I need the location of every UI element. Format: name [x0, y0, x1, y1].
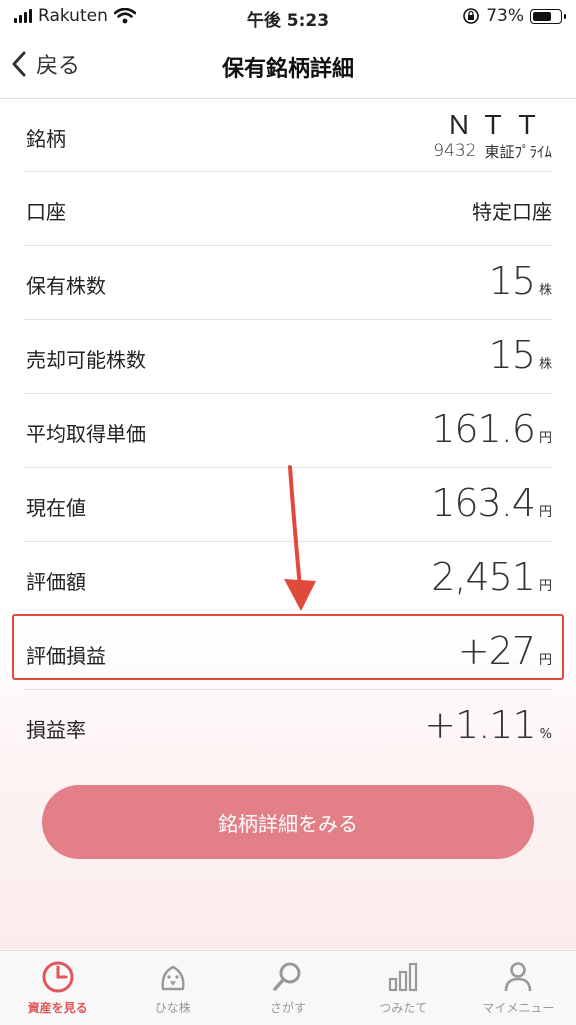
view-stock-detail-button[interactable]: 銘柄詳細をみる — [42, 785, 534, 859]
value-unit: 円 — [538, 579, 552, 594]
stock-row: 銘柄 ＮＴＴ 9432 東証ﾌﾟﾗｲﾑ — [24, 99, 552, 172]
value-number: +1.11 — [424, 703, 536, 747]
row-value: 161.6 円 — [431, 407, 552, 451]
row-value: 2,451 円 — [431, 555, 552, 599]
row-label: 損益率 — [26, 718, 86, 742]
row-value: 特定口座 — [472, 200, 552, 224]
row-value: +1.11% — [424, 703, 552, 747]
navigation-bar: 戻る 保有銘柄詳細 — [0, 34, 576, 99]
stock-market: 東証ﾌﾟﾗｲﾑ — [484, 143, 552, 161]
row-label: 平均取得単価 — [26, 422, 146, 446]
value-unit: 円 — [538, 505, 552, 520]
tab-bar: 資産を見る ひな株 さがす つみたて マイメニュー — [0, 950, 576, 1025]
value-unit: 円 — [538, 431, 552, 446]
battery-percent: 73% — [486, 6, 524, 26]
value-number: 2,451 — [431, 555, 536, 599]
rotation-lock-icon — [463, 8, 480, 24]
pie-clock-icon — [42, 961, 74, 993]
value-number: 15 — [488, 259, 536, 303]
tab-label: 資産を見る — [27, 1001, 88, 1015]
stock-code-market: 9432 東証ﾌﾟﾗｲﾑ — [433, 141, 552, 162]
tab-label: さがす — [270, 1001, 307, 1015]
holding-detail: 銘柄 ＮＴＴ 9432 東証ﾌﾟﾗｲﾑ 口座 特定口座 保有株数 15 株 売却可… — [0, 99, 576, 949]
tab-hinakabu[interactable]: ひな株 — [115, 951, 230, 1025]
battery-icon — [530, 8, 566, 24]
status-bar: Rakuten 午後 5:23 73% — [0, 0, 576, 34]
row-label: 現在値 — [26, 496, 86, 520]
value-number: 15 — [488, 333, 536, 377]
value-unit: % — [539, 727, 552, 742]
annotation-arrow-icon — [284, 465, 316, 611]
tab-label: マイメニュー — [482, 1001, 555, 1015]
row-label: 評価額 — [26, 570, 86, 594]
row-value: 15 株 — [489, 333, 552, 377]
stock-label: 銘柄 — [26, 127, 66, 151]
stock-name: ＮＴＴ — [445, 111, 548, 141]
value-number: 163.4 — [431, 481, 536, 525]
annotation-highlight-box — [12, 614, 564, 680]
tab-label: つみたて — [379, 1001, 428, 1015]
tab-assets[interactable]: 資産を見る — [0, 951, 115, 1025]
tab-tsumitate[interactable]: つみたて — [346, 951, 461, 1025]
holding-shares-row: 保有株数 15 株 — [24, 246, 552, 320]
tab-search[interactable]: さがす — [230, 951, 345, 1025]
value-unit: 株 — [538, 283, 552, 298]
battery-fill — [533, 11, 551, 21]
pl-rate-row: 損益率 +1.11% — [24, 690, 552, 763]
status-right: 73% — [462, 6, 566, 26]
search-icon — [273, 962, 301, 991]
row-label: 売却可能株数 — [26, 348, 146, 372]
person-icon — [505, 962, 532, 992]
page-title: 保有銘柄詳細 — [221, 57, 354, 82]
account-row: 口座 特定口座 — [24, 172, 552, 246]
tab-label: ひな株 — [154, 1001, 191, 1015]
value-number: 161.6 — [431, 407, 536, 451]
value-unit: 株 — [538, 357, 552, 372]
tab-my-menu[interactable]: マイメニュー — [461, 951, 576, 1025]
bar-chart-icon — [389, 962, 418, 992]
row-value: 15 株 — [489, 259, 552, 303]
average-cost-row: 平均取得単価 161.6 円 — [24, 394, 552, 468]
stock-code: 9432 — [433, 141, 477, 161]
row-value: 163.4 円 — [431, 481, 552, 525]
row-label: 保有株数 — [26, 274, 106, 298]
chick-icon — [161, 965, 185, 991]
row-label: 口座 — [26, 200, 66, 224]
sellable-shares-row: 売却可能株数 15 株 — [24, 320, 552, 394]
